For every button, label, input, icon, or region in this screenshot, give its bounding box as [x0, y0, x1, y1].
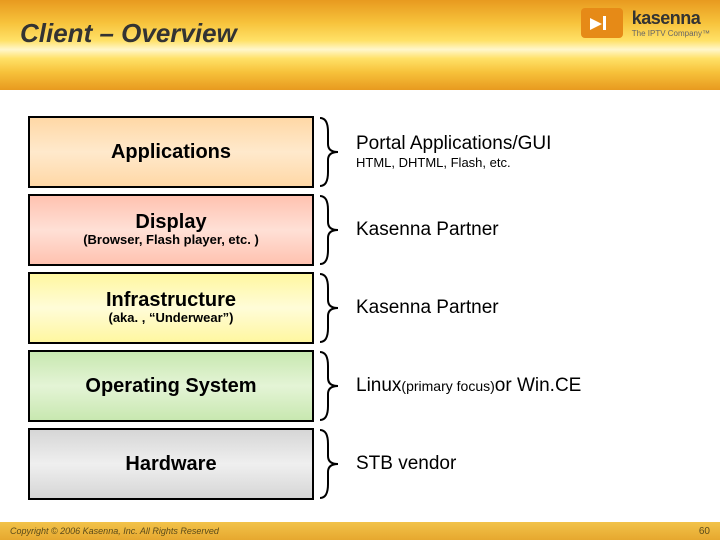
layer-row: Hardware STB vendor — [28, 427, 692, 500]
layer-subtitle: (Browser, Flash player, etc. ) — [83, 233, 259, 247]
brand-logo: kasenna The IPTV Company™ — [581, 8, 710, 43]
footer-bar: Copyright © 2006 Kasenna, Inc. All Right… — [0, 522, 720, 540]
brace-icon — [314, 194, 350, 266]
layer-desc: STB vendor — [350, 453, 692, 475]
desc-main: Portal Applications/GUI — [356, 133, 551, 155]
layer-box-os: Operating System — [28, 350, 314, 422]
copyright-text: Copyright © 2006 Kasenna, Inc. All Right… — [10, 526, 219, 536]
layer-title: Operating System — [85, 375, 256, 397]
logo-tagline: The IPTV Company™ — [632, 29, 710, 38]
stack-diagram: Applications Portal Applications/GUI HTM… — [28, 115, 692, 505]
layer-box-hardware: Hardware — [28, 428, 314, 500]
layer-subtitle: (aka. , “Underwear”) — [109, 311, 234, 325]
layer-desc: Portal Applications/GUI HTML, DHTML, Fla… — [350, 133, 692, 170]
play-icon — [581, 8, 623, 38]
layer-title: Applications — [111, 141, 231, 163]
desc-tail: or Win.CE — [495, 375, 582, 397]
layer-row: Infrastructure (aka. , “Underwear”) Kase… — [28, 271, 692, 344]
desc-main: Kasenna Partner — [356, 219, 499, 241]
brace-icon — [314, 350, 350, 422]
desc-main: STB vendor — [356, 453, 456, 475]
layer-row: Display (Browser, Flash player, etc. ) K… — [28, 193, 692, 266]
brace-icon — [314, 116, 350, 188]
logo-name: kasenna — [632, 8, 710, 29]
desc-main: Linux — [356, 375, 401, 397]
layer-desc: Kasenna Partner — [350, 297, 692, 319]
page-number: 60 — [699, 526, 710, 537]
slide-title: Client – Overview — [20, 18, 237, 49]
brace-icon — [314, 428, 350, 500]
layer-desc: Kasenna Partner — [350, 219, 692, 241]
layer-box-infrastructure: Infrastructure (aka. , “Underwear”) — [28, 272, 314, 344]
layer-box-display: Display (Browser, Flash player, etc. ) — [28, 194, 314, 266]
layer-row: Applications Portal Applications/GUI HTM… — [28, 115, 692, 188]
layer-row: Operating System Linux (primary focus) o… — [28, 349, 692, 422]
title-banner: Client – Overview kasenna The IPTV Compa… — [0, 0, 720, 90]
desc-main: Kasenna Partner — [356, 297, 499, 319]
layer-title: Display — [135, 211, 206, 233]
desc-paren: (primary focus) — [401, 378, 494, 394]
layer-title: Hardware — [125, 453, 216, 475]
layer-desc: Linux (primary focus) or Win.CE — [350, 375, 692, 397]
layer-box-applications: Applications — [28, 116, 314, 188]
brace-icon — [314, 272, 350, 344]
layer-title: Infrastructure — [106, 289, 236, 311]
desc-sub: HTML, DHTML, Flash, etc. — [356, 155, 692, 170]
